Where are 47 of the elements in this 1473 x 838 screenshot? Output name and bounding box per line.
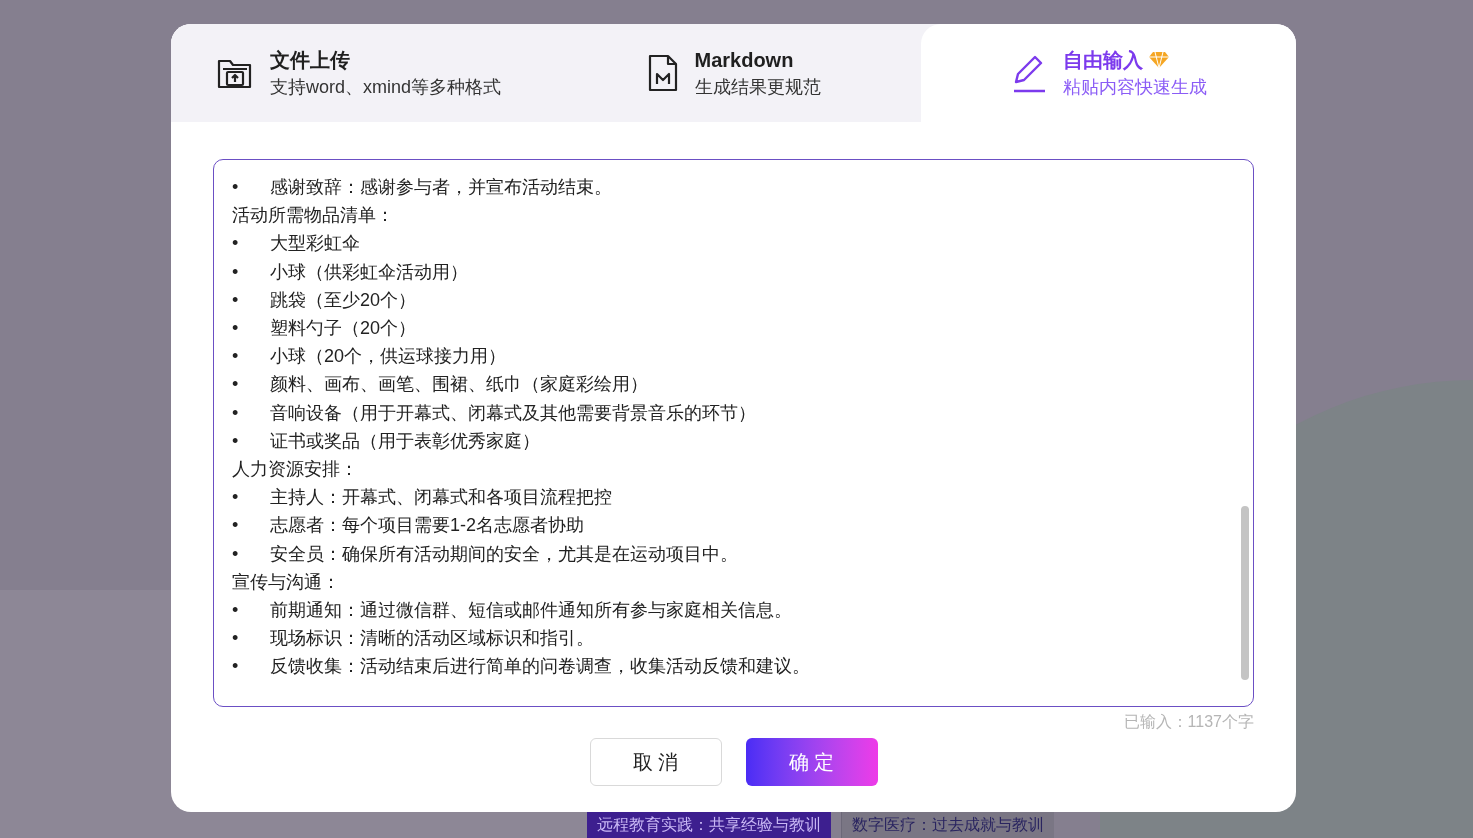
- character-count: 已输入：1137个字: [1123, 712, 1254, 732]
- tab-title: 自由输入: [1062, 48, 1143, 73]
- bullet: •: [232, 655, 240, 679]
- list-item-text: 现场标识：清晰的活动区域标识和指引。: [270, 627, 594, 651]
- list-item-text: 安全员：确保所有活动期间的安全，尤其是在运动项目中。: [270, 542, 738, 566]
- topic-tag[interactable]: 远程教育实践：共享经验与教训: [587, 812, 831, 838]
- bullet: •: [232, 486, 240, 510]
- list-item-text: 塑料勺子（20个）: [270, 317, 417, 340]
- markdown-file-icon: [646, 54, 679, 92]
- list-item-text: 大型彩虹伞: [270, 232, 360, 256]
- list-item-text: 志愿者：每个项目需要1-2名志愿者协助: [270, 514, 584, 538]
- list-item-text: 小球（20个，供运球接力用）: [270, 345, 507, 369]
- bullet: •: [232, 345, 240, 369]
- tab-title: Markdown: [694, 48, 794, 73]
- list-item-text: 跳袋（至少20个）: [270, 288, 417, 312]
- section-heading: 人力资源安排：: [232, 458, 358, 482]
- list-item-text: 颜料、画布、画笔、围裙、纸巾（家庭彩绘用）: [270, 373, 648, 397]
- list-item-text: 前期通知：通过微信群、短信或邮件通知所有参与家庭相关信息。: [270, 599, 792, 623]
- tab-subtitle: 支持word、xmind等多种格式: [270, 76, 501, 99]
- tab-subtitle: 粘贴内容快速生成: [1062, 76, 1207, 99]
- bullet: •: [232, 317, 240, 340]
- bullet: •: [232, 599, 240, 623]
- tab-subtitle: 生成结果更规范: [694, 76, 821, 99]
- cancel-button[interactable]: 取 消: [589, 738, 722, 786]
- section-heading: 宣传与沟通：: [232, 570, 340, 594]
- list-item-text: 感谢致辞：感谢参与者，并宣布活动结束。: [270, 176, 612, 199]
- confirm-button[interactable]: 确 定: [745, 738, 878, 786]
- list-item-text: 音响设备（用于开幕式、闭幕式及其他需要背景音乐的环节）: [270, 401, 756, 425]
- bullet: •: [232, 627, 240, 651]
- list-item-text: 反馈收集：活动结束后进行简单的问卷调查，收集活动反馈和建议。: [270, 655, 810, 679]
- bullet: •: [232, 176, 240, 199]
- bullet: •: [232, 260, 240, 284]
- list-item-text: 主持人：开幕式、闭幕式和各项目流程把控: [270, 486, 612, 510]
- bullet: •: [232, 232, 240, 256]
- text-input-area[interactable]: [213, 159, 1254, 707]
- tab-title: 文件上传: [270, 48, 350, 73]
- bullet: •: [232, 373, 240, 397]
- bullet: •: [232, 429, 240, 453]
- list-item-text: 证书或奖品（用于表彰优秀家庭）: [270, 429, 540, 453]
- bullet: •: [232, 514, 240, 538]
- list-item-text: 小球（供彩虹伞活动用）: [270, 260, 468, 284]
- scrollbar-thumb[interactable]: [1241, 506, 1249, 680]
- tab[interactable]: 自由输入 粘贴内容快速生成: [921, 24, 1296, 122]
- bullet: •: [232, 401, 240, 425]
- section-heading: 活动所需物品清单：: [232, 204, 394, 228]
- bullet: •: [232, 288, 240, 312]
- bullet: •: [232, 542, 240, 566]
